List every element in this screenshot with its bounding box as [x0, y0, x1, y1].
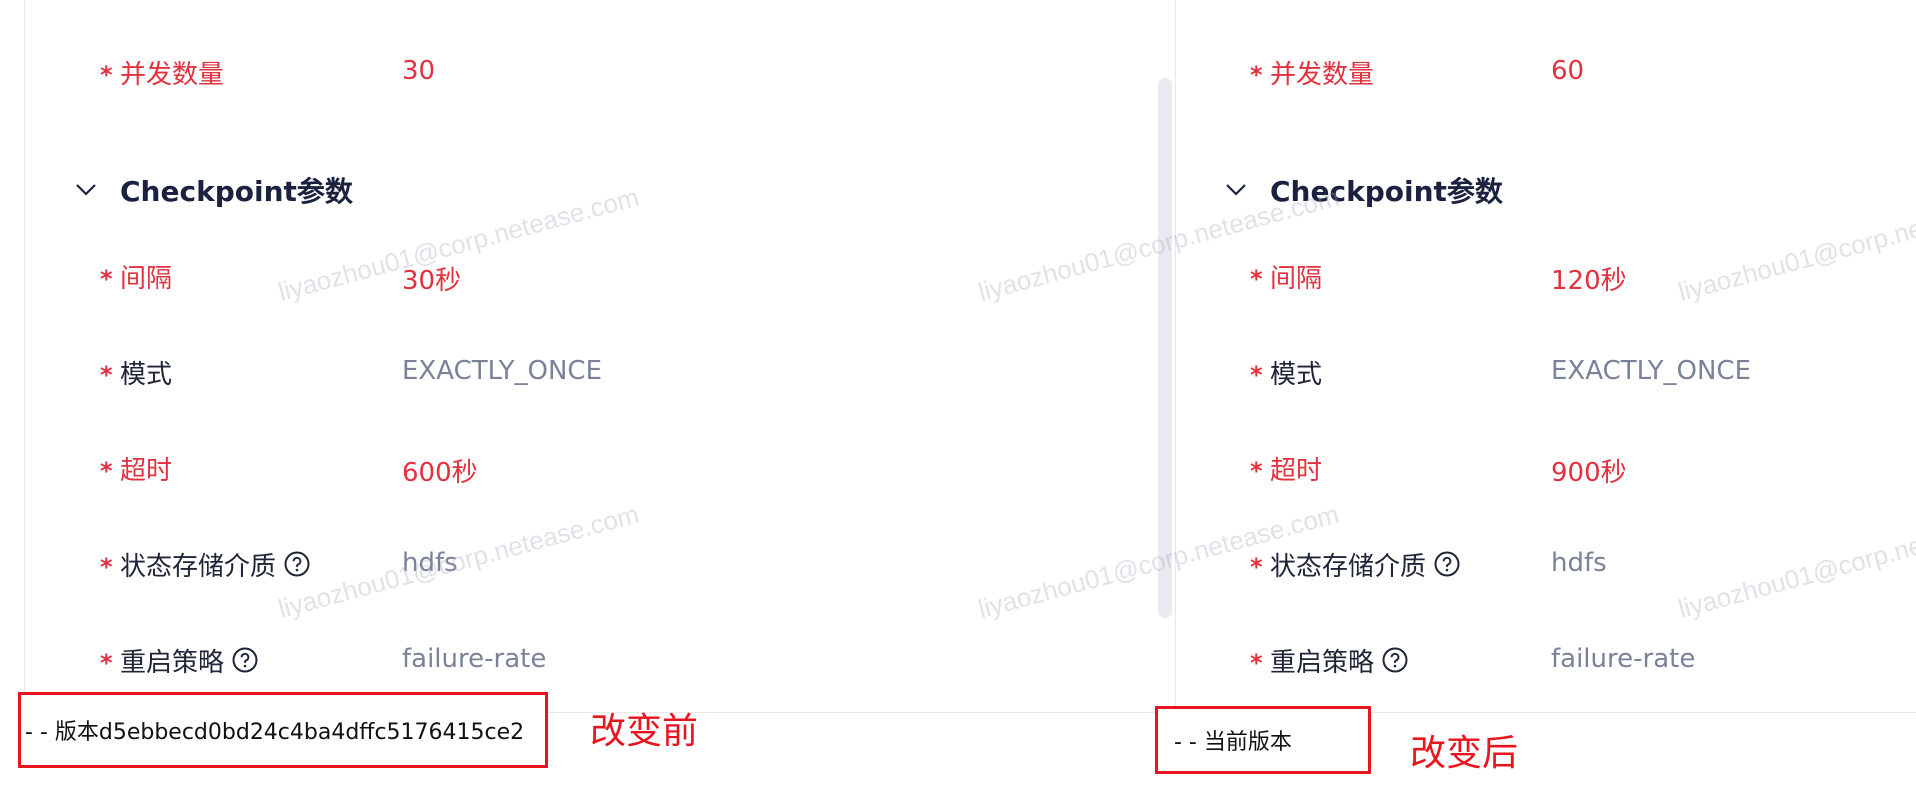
field-value-state-backend: hdfs — [1551, 548, 1607, 578]
before-version-label: - - 版本d5ebbecd0bd24c4ba4dffc5176415ce2 — [18, 692, 548, 768]
field-value-timeout: 600秒 — [402, 458, 478, 488]
field-value-mode: EXACTLY_ONCE — [402, 356, 603, 386]
field-mode: * 模式 — [1250, 352, 1322, 392]
before-pane: * 并发数量 30 Checkpoint参数 * 间隔 30秒 * 模式 EXA… — [0, 0, 1174, 712]
field-label: 重启策略 — [120, 642, 258, 679]
field-value-interval: 120秒 — [1551, 266, 1627, 296]
required-asterisk: * — [100, 265, 113, 293]
field-label-text: 重启策略 — [1270, 647, 1375, 678]
field-interval: * 间隔 — [100, 256, 172, 296]
required-asterisk: * — [1250, 553, 1263, 581]
field-value-restart-strategy: failure-rate — [402, 644, 547, 674]
field-label-text: 状态存储介质 — [120, 551, 277, 582]
after-annotation: 改变后 — [1410, 733, 1519, 774]
field-restart-strategy: * 重启策略 — [1250, 640, 1408, 680]
field-label: 间隔 — [1270, 263, 1323, 294]
field-label: 重启策略 — [1270, 642, 1408, 679]
required-asterisk: * — [100, 61, 113, 89]
field-state-backend: * 状态存储介质 — [1250, 544, 1460, 584]
field-label: 并发数量 — [120, 59, 225, 90]
question-circle-icon[interactable] — [284, 551, 310, 577]
before-annotation: 改变前 — [590, 711, 699, 752]
field-value-mode: EXACTLY_ONCE — [1551, 356, 1752, 386]
required-asterisk: * — [100, 457, 113, 485]
field-label-text: 重启策略 — [120, 647, 225, 678]
field-label: 模式 — [120, 359, 173, 390]
field-mode: * 模式 — [100, 352, 172, 392]
field-restart-strategy: * 重启策略 — [100, 640, 258, 680]
field-concurrency: * 并发数量 — [100, 52, 224, 92]
after-version-label: - - 当前版本 — [1155, 706, 1371, 774]
required-asterisk: * — [1250, 649, 1263, 677]
section-title: Checkpoint参数 — [1270, 175, 1503, 208]
field-value-state-backend: hdfs — [402, 548, 458, 578]
field-value-timeout: 900秒 — [1551, 458, 1627, 488]
field-value-interval: 30秒 — [402, 266, 462, 296]
field-value-concurrency: 60 — [1551, 56, 1585, 86]
required-asterisk: * — [1250, 457, 1263, 485]
field-state-backend: * 状态存储介质 — [100, 544, 310, 584]
required-asterisk: * — [1250, 265, 1263, 293]
required-asterisk: * — [1250, 61, 1263, 89]
checkpoint-section-header[interactable]: Checkpoint参数 — [1224, 168, 1503, 212]
field-label: 超时 — [1270, 455, 1323, 486]
field-label: 状态存储介质 — [120, 546, 310, 583]
field-timeout: * 超时 — [100, 448, 172, 488]
chevron-down-icon[interactable] — [1224, 178, 1248, 202]
field-label: 并发数量 — [1270, 59, 1375, 90]
required-asterisk: * — [1250, 361, 1263, 389]
field-label: 超时 — [120, 455, 173, 486]
required-asterisk: * — [100, 553, 113, 581]
field-value-concurrency: 30 — [402, 56, 436, 86]
field-interval: * 间隔 — [1250, 256, 1322, 296]
diff-view: * 并发数量 30 Checkpoint参数 * 间隔 30秒 * 模式 EXA… — [0, 0, 1916, 794]
question-circle-icon[interactable] — [1434, 551, 1460, 577]
field-label: 间隔 — [120, 263, 173, 294]
checkpoint-section-header[interactable]: Checkpoint参数 — [74, 168, 353, 212]
question-circle-icon[interactable] — [1382, 647, 1408, 673]
required-asterisk: * — [100, 361, 113, 389]
after-pane: * 并发数量 60 Checkpoint参数 * 间隔 120秒 * 模式 EX… — [1176, 0, 1916, 712]
vertical-scrollbar[interactable] — [1158, 78, 1172, 618]
section-title: Checkpoint参数 — [120, 175, 353, 208]
field-label: 状态存储介质 — [1270, 546, 1460, 583]
question-circle-icon[interactable] — [232, 647, 258, 673]
field-label: 模式 — [1270, 359, 1323, 390]
field-timeout: * 超时 — [1250, 448, 1322, 488]
chevron-down-icon[interactable] — [74, 178, 98, 202]
field-label-text: 状态存储介质 — [1270, 551, 1427, 582]
field-concurrency: * 并发数量 — [1250, 52, 1374, 92]
required-asterisk: * — [100, 649, 113, 677]
field-value-restart-strategy: failure-rate — [1551, 644, 1696, 674]
